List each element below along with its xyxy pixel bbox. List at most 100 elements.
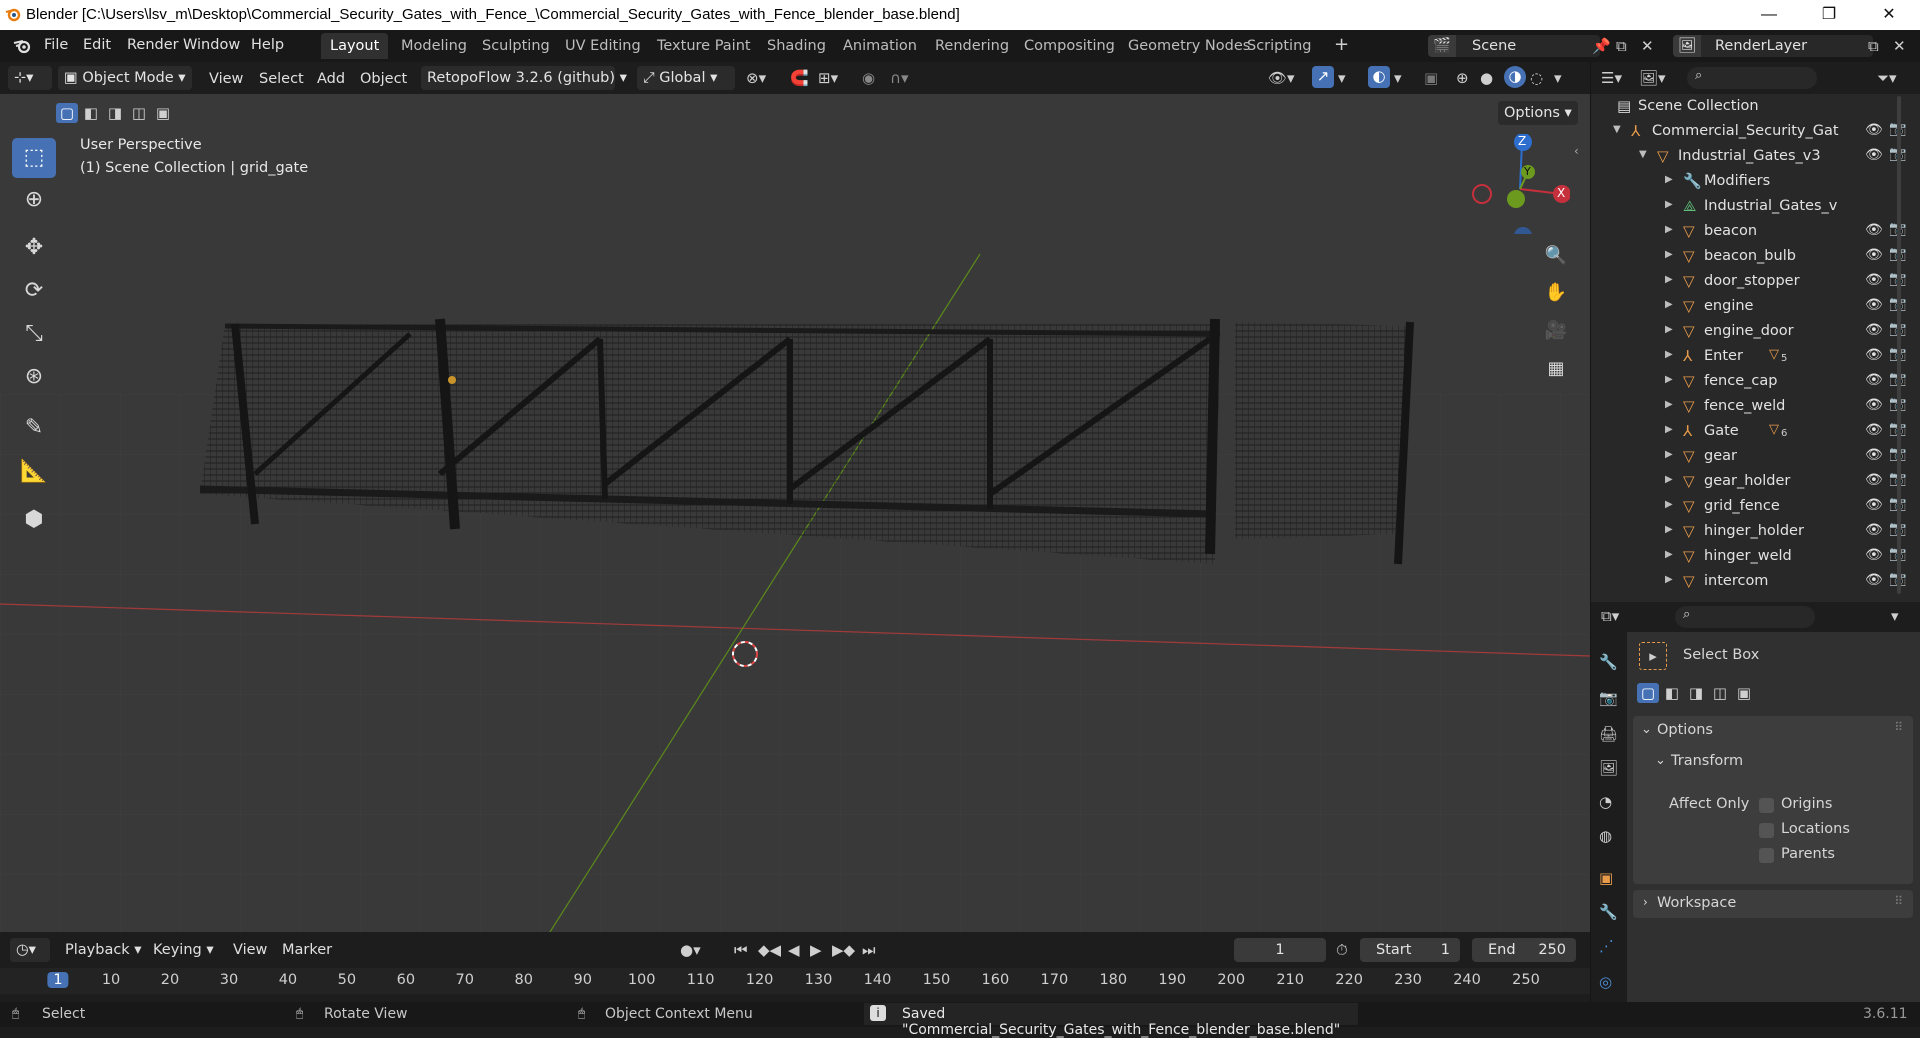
outliner-item[interactable]: ▶▽intercom👁📷 [1591,570,1909,595]
visibility-eye-icon[interactable]: 👁 [1865,447,1883,463]
chevron-down-icon[interactable]: ⌄ [1655,753,1666,768]
menu-render[interactable]: Render [127,37,179,53]
menu-playback[interactable]: Playback ▾ [65,942,142,958]
visibility-eye-icon[interactable]: 👁 [1865,147,1883,163]
retopoflow-dropdown[interactable]: RetopoFlow 3.2.6 (github) ▾ [421,66,627,90]
menu-file[interactable]: File [44,37,68,53]
delete-view-layer-icon[interactable]: ✕ [1893,36,1906,56]
prev-keyframe-icon[interactable]: ◆◀ [758,940,781,960]
visibility-eye-icon[interactable]: 👁 [1865,522,1883,538]
expand-right-icon[interactable]: ▶ [1665,224,1673,235]
timeline-editor-type[interactable]: ◷▾ [10,938,50,962]
select-box-tool-icon[interactable]: ⬚ [12,138,56,178]
outliner-item[interactable]: ▼▽Industrial_Gates_v3👁📷 [1591,145,1909,170]
add-workspace-icon[interactable]: + [1334,35,1349,55]
expand-right-icon[interactable]: ▶ [1665,399,1673,410]
mode-invert-icon[interactable]: ◫ [1709,683,1731,703]
visibility-eye-icon[interactable]: 👁 [1865,422,1883,438]
proportional-edit-icon[interactable]: ◉ [862,68,875,88]
expand-right-icon[interactable]: ▶ [1665,549,1673,560]
start-frame-field[interactable]: Start 1 [1360,938,1460,962]
view-layer-selector[interactable]: 🖼 RenderLayer [1673,35,1873,57]
expand-right-icon[interactable]: ▶ [1665,524,1673,535]
pin-icon[interactable]: 📌 [1592,36,1611,56]
outliner-search-input[interactable]: ⌕ [1687,67,1817,89]
visibility-eye-icon[interactable]: 👁 [1865,497,1883,513]
outliner-item[interactable]: ▶▽grid_fence👁📷 [1591,495,1909,520]
jump-start-icon[interactable]: ⏮ [734,940,748,960]
modifier-tab-icon[interactable]: 🔧 [1599,902,1618,922]
child-mesh-icon[interactable]: ▽ [1769,347,1779,362]
tab-scripting[interactable]: Scripting [1238,33,1320,59]
expand-right-icon[interactable]: ▶ [1665,174,1673,185]
blender-menu-icon[interactable] [12,37,32,55]
maximize-button[interactable]: ❐ [1806,0,1852,30]
visibility-icon[interactable]: 👁▾ [1268,68,1295,88]
menu-view[interactable]: View [209,71,243,87]
drag-handle-icon[interactable]: ⠿ [1894,720,1903,734]
wireframe-shading-icon[interactable]: ⊕ [1456,68,1469,88]
scale-tool-icon[interactable]: ⤡ [12,314,56,354]
visibility-eye-icon[interactable]: 👁 [1865,572,1883,588]
orientation-dropdown[interactable]: ⤢ Global ▾ [637,66,735,90]
outliner-item[interactable]: ▶▽gear👁📷 [1591,445,1909,470]
object-tab-icon[interactable]: ▣ [1599,868,1613,888]
gizmo-toggle-icon[interactable]: ↗ [1312,66,1334,88]
drag-handle-icon[interactable]: ⠿ [1894,894,1903,908]
visibility-eye-icon[interactable]: 👁 [1865,272,1883,288]
outliner-item[interactable]: ▶▽gear_holder👁📷 [1591,470,1909,495]
overlay-toggle-icon[interactable]: ◐ [1368,66,1390,88]
mode-new-icon[interactable]: ▢ [1637,683,1659,703]
particles-tab-icon[interactable]: ⋰ [1599,936,1614,956]
cursor-tool-icon[interactable]: ⊕ [12,180,56,220]
visibility-eye-icon[interactable]: 👁 [1865,397,1883,413]
rendered-shading-icon[interactable]: ◌ [1530,68,1543,88]
tab-modeling[interactable]: Modeling [392,33,476,59]
expand-right-icon[interactable]: ▶ [1665,274,1673,285]
menu-select[interactable]: Select [259,71,304,87]
expand-right-icon[interactable]: ▶ [1665,449,1673,460]
select-intersect-icon[interactable]: ▣ [152,103,174,123]
outliner-editor-type-icon[interactable]: ☰▾ [1601,68,1622,88]
scene-selector[interactable]: 🎬 Scene [1428,35,1600,57]
editor-type-button[interactable]: ⊹▾ [8,66,52,90]
xray-icon[interactable]: ▣ [1424,68,1438,88]
menu-keying[interactable]: Keying ▾ [153,942,214,958]
outliner-item[interactable]: ▶▽fence_cap👁📷 [1591,370,1909,395]
menu-object[interactable]: Object [360,71,407,87]
origins-checkbox[interactable] [1759,798,1774,813]
next-keyframe-icon[interactable]: ▶◆ [832,940,855,960]
mode-dropdown[interactable]: ▣ Object Mode ▾ [58,66,192,90]
select-extend-icon[interactable]: ◧ [80,103,102,123]
options-dropdown[interactable]: Options ▾ [1498,101,1578,125]
visibility-eye-icon[interactable]: 👁 [1865,247,1883,263]
locations-checkbox[interactable] [1759,823,1774,838]
expand-right-icon[interactable]: ▶ [1665,499,1673,510]
snap-increment-icon[interactable]: ⊞▾ [818,68,838,88]
outliner-root[interactable]: ▤ Scene Collection [1591,95,1909,120]
render-tab-icon[interactable]: 📷 [1599,688,1618,708]
expand-right-icon[interactable]: ▶ [1665,374,1673,385]
play-icon[interactable]: ▶ [810,940,822,960]
mode-intersect-icon[interactable]: ▣ [1733,683,1755,703]
mode-extend-icon[interactable]: ◧ [1661,683,1683,703]
outliner-item[interactable]: ▶▽hinger_weld👁📷 [1591,545,1909,570]
display-mode-icon[interactable]: 🖼▾ [1639,68,1666,88]
output-tab-icon[interactable]: 🖨 [1599,724,1618,744]
pivot-icon[interactable]: ⊗▾ [746,68,766,88]
outliner-item[interactable]: ▶▽engine👁📷 [1591,295,1909,320]
child-mesh-icon[interactable]: ▽ [1769,422,1779,437]
outliner-item[interactable]: ▶▽door_stopper👁📷 [1591,270,1909,295]
tab-sculpting[interactable]: Sculpting [473,33,559,59]
outliner-item[interactable]: ▶ ⟁ Industrial_Gates_v [1591,195,1909,220]
timeline-scrollbar[interactable] [0,994,1590,1002]
visibility-eye-icon[interactable]: 👁 [1865,222,1883,238]
expand-right-icon[interactable]: ▶ [1665,199,1673,210]
expand-down-icon[interactable]: ▼ [1639,149,1647,160]
visibility-eye-icon[interactable]: 👁 [1865,297,1883,313]
menu-help[interactable]: Help [251,37,284,53]
rotate-tool-icon[interactable]: ⟳ [12,271,56,311]
play-reverse-icon[interactable]: ◀ [788,940,800,960]
visibility-eye-icon[interactable]: 👁 [1865,347,1883,363]
stopwatch-icon[interactable]: ⏱ [1336,940,1348,960]
